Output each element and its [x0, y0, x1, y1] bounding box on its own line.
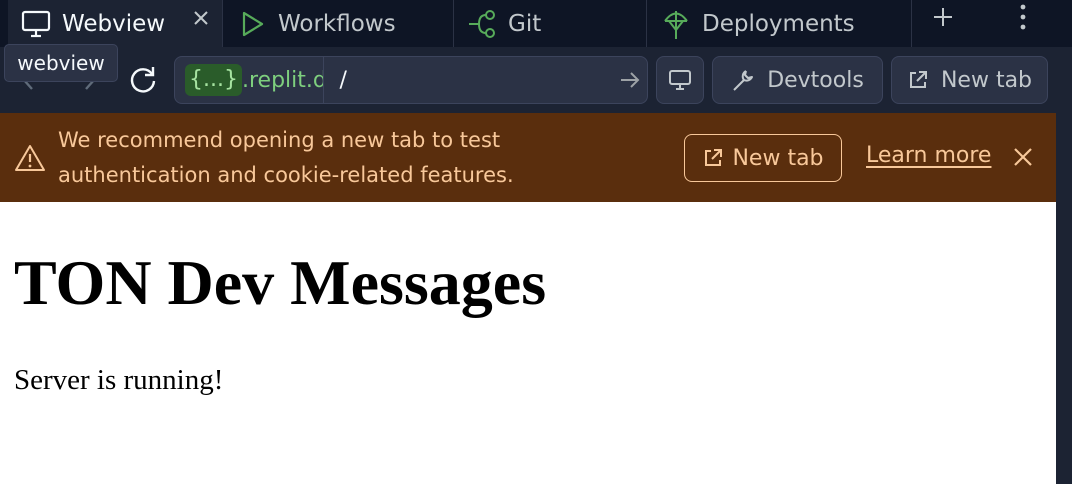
dismiss-banner-button[interactable]	[1010, 144, 1036, 174]
devtools-label: Devtools	[767, 67, 864, 93]
tab-divider	[453, 0, 454, 47]
tab-label: Git	[508, 10, 542, 37]
pane-edge	[1056, 113, 1072, 484]
external-link-icon	[907, 69, 929, 91]
tab-git[interactable]: Git	[466, 0, 644, 47]
webview-page: TON Dev Messages Server is running!	[0, 202, 1056, 484]
banner-new-tab-label: New tab	[732, 145, 824, 171]
monitor-icon	[20, 8, 52, 40]
tab-divider	[911, 0, 912, 47]
new-tab-label: New tab	[940, 67, 1033, 93]
page-body-text: Server is running!	[14, 364, 224, 396]
page-heading: TON Dev Messages	[14, 247, 547, 318]
warning-banner: We recommend opening a new tab to test a…	[0, 113, 1056, 202]
domain-suffix: .replit.dev	[241, 67, 323, 93]
devtools-button[interactable]: Devtools	[712, 56, 883, 104]
close-icon	[1014, 148, 1032, 166]
more-options-button[interactable]	[1010, 0, 1036, 34]
arrow-right-icon	[621, 72, 640, 88]
reload-icon	[130, 67, 156, 93]
url-path-input[interactable]	[323, 57, 614, 103]
tab-label: Webview	[62, 10, 166, 37]
tab-workflows[interactable]: Workflows	[236, 0, 452, 47]
kebab-menu-icon	[1020, 4, 1026, 30]
play-icon	[236, 8, 268, 40]
close-icon	[194, 11, 208, 25]
warning-icon	[14, 143, 46, 177]
tab-divider	[222, 0, 223, 47]
device-preview-button[interactable]	[656, 56, 704, 104]
tooltip: webview	[4, 44, 118, 82]
tab-divider	[646, 0, 647, 47]
tab-label: Workflows	[278, 10, 396, 37]
banner-new-tab-button[interactable]: New tab	[684, 134, 842, 182]
new-pane-button[interactable]	[926, 0, 960, 34]
plus-icon	[934, 8, 952, 26]
url-bar[interactable]: {...} .replit.dev	[174, 56, 648, 104]
reload-button[interactable]	[126, 65, 160, 95]
domain-badge: {...}	[185, 64, 242, 96]
monitor-icon	[669, 70, 691, 90]
banner-message: We recommend opening a new tab to test a…	[58, 128, 514, 187]
close-tab-button[interactable]	[188, 5, 214, 31]
open-new-tab-button[interactable]: New tab	[891, 56, 1048, 104]
learn-more-link[interactable]: Learn more	[866, 143, 991, 168]
tab-label: Deployments	[702, 10, 855, 37]
deploy-icon	[660, 8, 692, 40]
go-button[interactable]	[613, 57, 647, 103]
git-branch-icon	[466, 8, 498, 40]
tab-deployments[interactable]: Deployments	[660, 0, 910, 47]
external-link-icon	[702, 147, 724, 169]
webview-toolbar: {...} .replit.dev Devtools New tab	[0, 47, 1072, 113]
wrench-icon	[731, 68, 755, 92]
tab-bar: Webview Workflows Git Deployments	[0, 0, 1072, 47]
